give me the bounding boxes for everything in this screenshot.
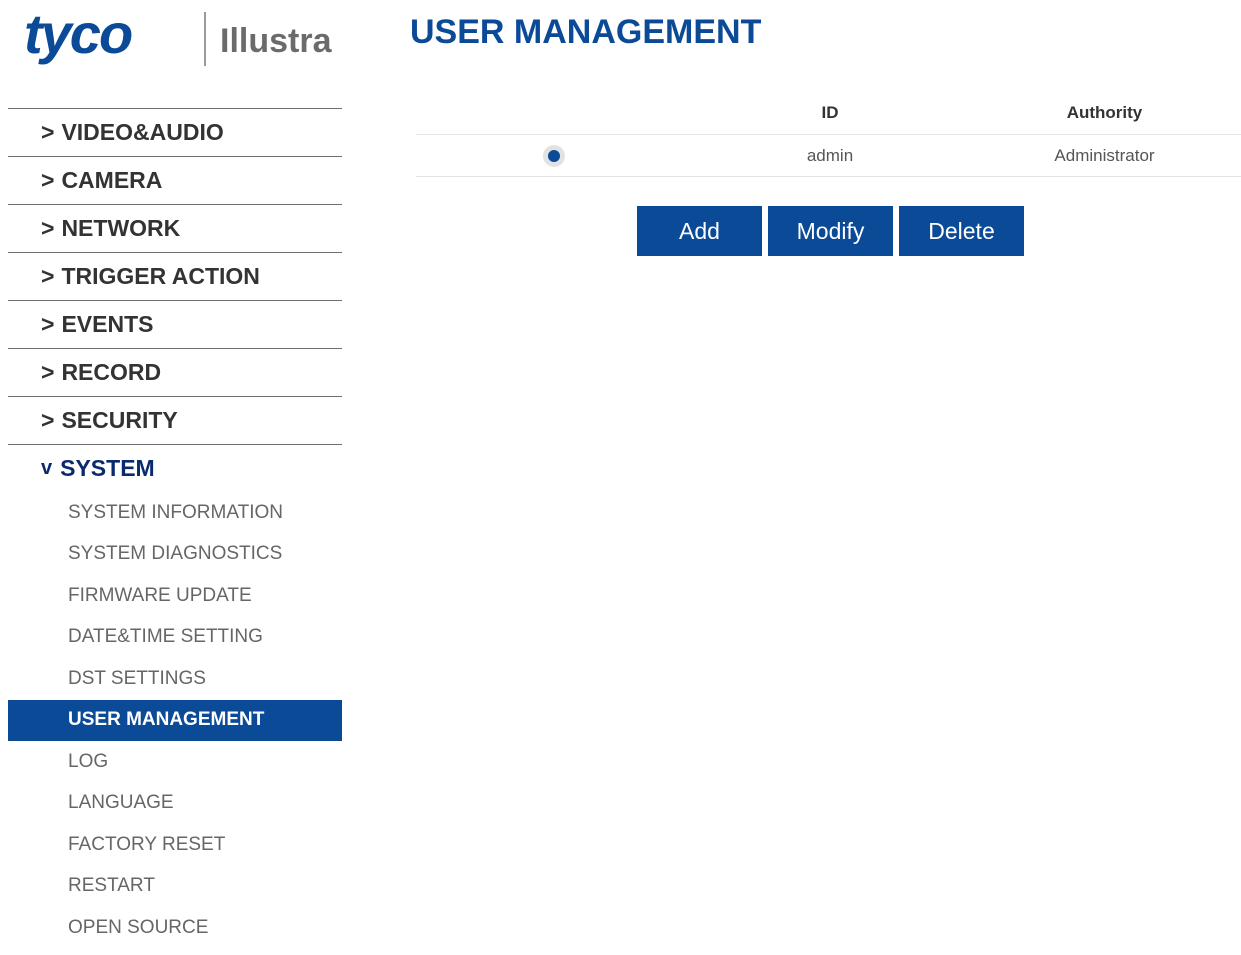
submenu-item-factory-reset[interactable]: FACTORY RESET: [8, 824, 342, 866]
sidebar-item-label: VIDEO&AUDIO: [61, 119, 224, 145]
sidebar-item-events[interactable]: > EVENTS: [8, 300, 342, 348]
submenu-item-date-time-setting[interactable]: DATE&TIME SETTING: [8, 617, 342, 659]
modify-button[interactable]: Modify: [768, 206, 893, 256]
page-title: USER MANAGEMENT: [410, 13, 762, 51]
sidebar-item-label: NETWORK: [61, 215, 181, 241]
sidebar-item-video-audio[interactable]: > VIDEO&AUDIO: [8, 108, 342, 156]
submenu-item-restart[interactable]: RESTART: [8, 866, 342, 908]
sidebar-item-record[interactable]: > RECORD: [8, 348, 342, 396]
logo-divider: [204, 12, 206, 66]
delete-button[interactable]: Delete: [899, 206, 1024, 256]
sidebar-item-system[interactable]: v SYSTEM: [8, 444, 342, 492]
sidebar-item-label: EVENTS: [61, 311, 154, 337]
chevron-right-icon: >: [41, 167, 55, 193]
table-header-row: ID Authority: [416, 92, 1241, 135]
user-table: ID Authority admin Administrator: [416, 92, 1241, 177]
chevron-right-icon: >: [41, 215, 55, 241]
table-row[interactable]: admin Administrator: [416, 135, 1241, 177]
table-header-id: ID: [821, 103, 839, 122]
user-select-radio[interactable]: [543, 144, 565, 167]
sidebar-item-network[interactable]: > NETWORK: [8, 204, 342, 252]
logo-illustra: Illustra: [220, 22, 332, 60]
logo-tyco: tyco: [24, 2, 133, 65]
sidebar-nav: > VIDEO&AUDIO > CAMERA > NETWORK > TRIGG…: [8, 108, 342, 949]
chevron-right-icon: >: [41, 263, 55, 289]
table-cell-select: [416, 144, 692, 167]
submenu-item-user-management[interactable]: USER MANAGEMENT: [8, 699, 342, 741]
chevron-down-icon: v: [41, 457, 53, 479]
submenu-item-open-source[interactable]: OPEN SOURCE: [8, 907, 342, 949]
table-header-authority: Authority: [1066, 103, 1143, 122]
sidebar-item-label: RECORD: [61, 359, 162, 385]
sidebar-item-label: SYSTEM: [60, 455, 155, 481]
table-cell-id: admin: [806, 145, 854, 165]
chevron-right-icon: >: [41, 311, 55, 337]
system-submenu: SYSTEM INFORMATION SYSTEM DIAGNOSTICS FI…: [8, 492, 342, 949]
radio-selected-dot: [548, 149, 560, 162]
sidebar-item-security[interactable]: > SECURITY: [8, 396, 342, 444]
submenu-item-language[interactable]: LANGUAGE: [8, 783, 342, 825]
brand-logo: tyco Illustra: [24, 6, 354, 70]
sidebar-item-trigger-action[interactable]: > TRIGGER ACTION: [8, 252, 342, 300]
sidebar-item-label: TRIGGER ACTION: [61, 263, 260, 289]
sidebar-item-label: SECURITY: [61, 407, 178, 433]
submenu-item-log[interactable]: LOG: [8, 741, 342, 783]
chevron-right-icon: >: [41, 119, 55, 145]
chevron-right-icon: >: [41, 407, 55, 433]
submenu-item-firmware-update[interactable]: FIRMWARE UPDATE: [8, 575, 342, 617]
submenu-item-system-diagnostics[interactable]: SYSTEM DIAGNOSTICS: [8, 534, 342, 576]
table-cell-authority: Administrator: [1054, 145, 1155, 165]
action-buttons: Add Modify Delete: [637, 206, 1024, 256]
sidebar-item-camera[interactable]: > CAMERA: [8, 156, 342, 204]
add-button[interactable]: Add: [637, 206, 762, 256]
submenu-item-system-information[interactable]: SYSTEM INFORMATION: [8, 492, 342, 534]
sidebar-item-label: CAMERA: [61, 167, 163, 193]
submenu-item-dst-settings[interactable]: DST SETTINGS: [8, 658, 342, 700]
chevron-right-icon: >: [41, 359, 55, 385]
